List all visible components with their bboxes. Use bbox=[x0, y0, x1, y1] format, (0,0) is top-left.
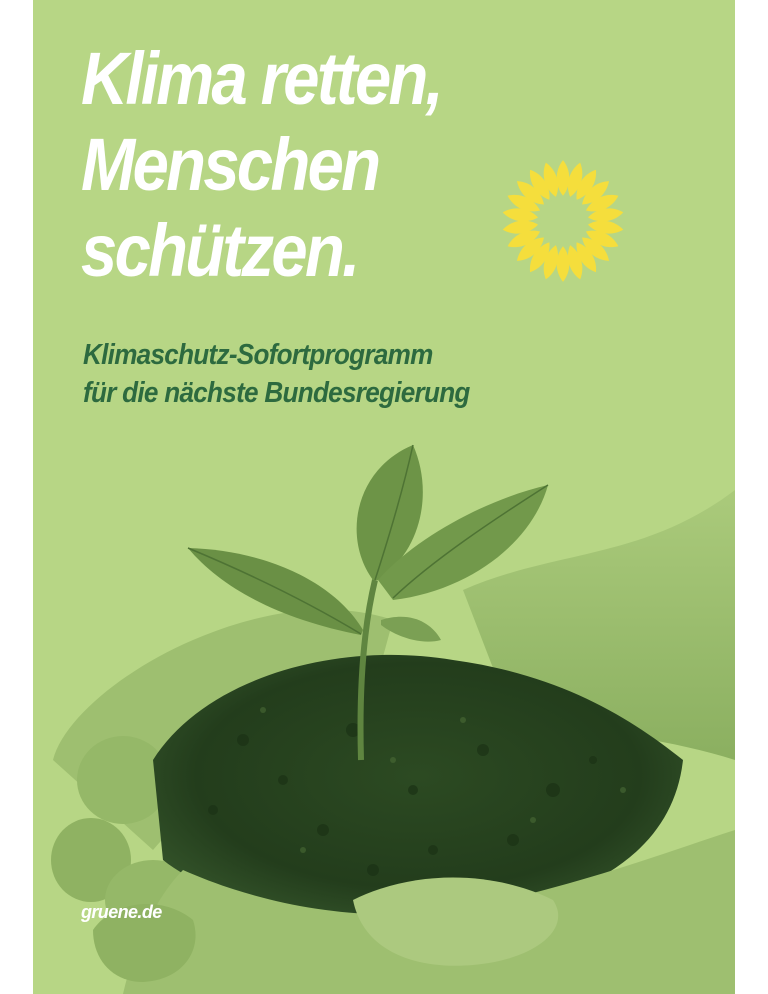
sunflower-petal bbox=[556, 160, 570, 196]
headline: Klima retten, Menschen schützen. bbox=[81, 36, 444, 294]
website-url[interactable]: gruene.de bbox=[81, 902, 162, 923]
headline-line-2: Menschen bbox=[81, 123, 381, 206]
subline-line-1: Klimaschutz-Sofortprogramm bbox=[83, 339, 433, 371]
subline: Klimaschutz-Sofortprogramm für die nächs… bbox=[83, 336, 470, 412]
sunflower-icon bbox=[502, 160, 624, 282]
headline-line-1: Klima retten, bbox=[81, 37, 444, 120]
sunflower-petal bbox=[556, 246, 570, 282]
poster: Klima retten, Menschen schützen. Klimasc… bbox=[33, 0, 735, 994]
subline-line-2: für die nächste Bundesregierung bbox=[83, 377, 470, 409]
headline-line-3: schützen. bbox=[81, 209, 360, 292]
